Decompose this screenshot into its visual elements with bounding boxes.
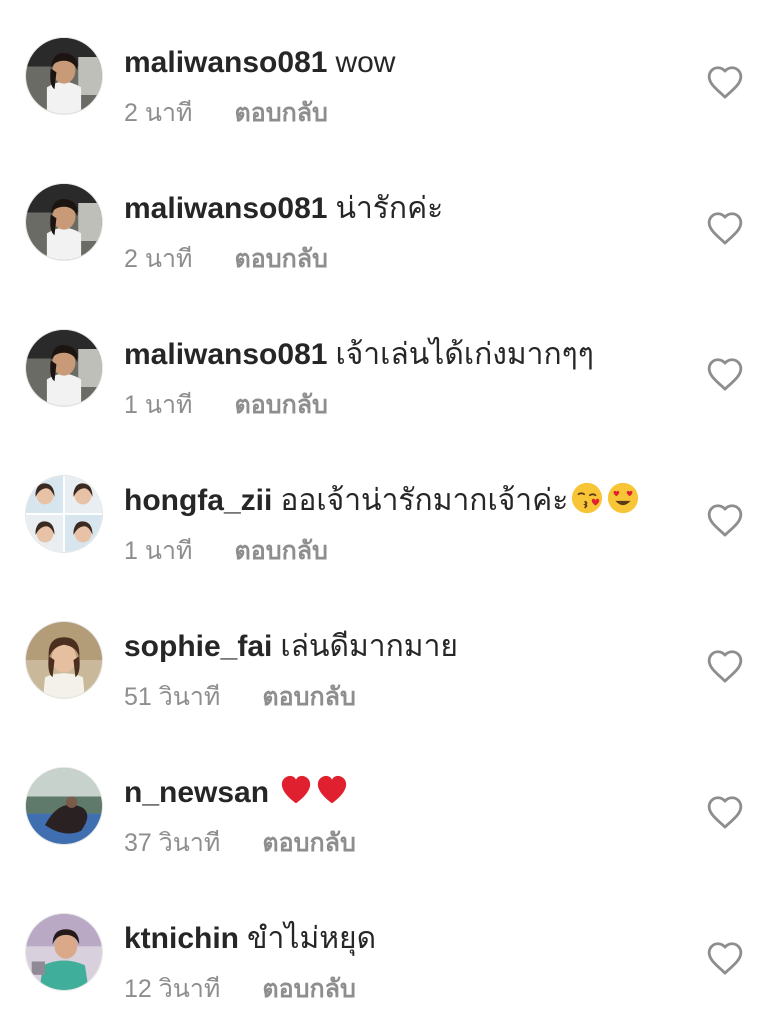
comment-username[interactable]: maliwanso081 <box>124 192 327 225</box>
comment-row: sophie_fai เล่นดีมากมาย 51 วินาที ตอบกลับ <box>0 584 771 730</box>
avatar[interactable] <box>25 475 103 553</box>
comment-meta: 37 วินาที ตอบกลับ <box>124 827 356 859</box>
kissing-heart-emoji <box>572 482 603 514</box>
comment-row: hongfa_zii ออเจ้าน่ารักมากเจ้าค่ะ 1 นาที ต… <box>0 438 771 584</box>
comment-text: maliwanso081 เจ้าเล่นได้เก่งมากๆๆ <box>124 335 594 375</box>
heart-outline-icon <box>707 942 743 975</box>
comment-body: ออเจ้าน่ารักมากเจ้าค่ะ <box>280 484 569 517</box>
like-button[interactable] <box>706 502 744 538</box>
reply-button[interactable]: ตอบกลับ <box>262 973 355 1005</box>
comment-timestamp: 1 นาที <box>124 537 193 565</box>
comment-timestamp: 2 นาที <box>124 99 193 127</box>
comment-meta: 51 วินาที ตอบกลับ <box>124 681 356 713</box>
reply-button[interactable]: ตอบกลับ <box>234 389 327 421</box>
heart-eyes-emoji <box>608 482 639 514</box>
avatar[interactable] <box>25 767 103 845</box>
woman-in-car-avatar <box>26 38 102 114</box>
avatar[interactable] <box>25 37 103 115</box>
woman-in-car-avatar <box>26 330 102 406</box>
heart-outline-icon <box>707 358 743 391</box>
like-button[interactable] <box>706 794 744 830</box>
comment-row: n_newsan 37 วินาที ตอบกลับ <box>0 730 771 876</box>
comment-body: เล่นดีมากมาย <box>280 630 458 663</box>
reply-button[interactable]: ตอบกลับ <box>262 681 355 713</box>
avatar[interactable] <box>25 329 103 407</box>
heart-outline-icon <box>707 650 743 683</box>
comment-text: maliwanso081 wow <box>124 43 395 83</box>
comment-username[interactable]: n_newsan <box>124 776 269 809</box>
comment-body: wow <box>335 46 396 79</box>
heart-outline-icon <box>707 796 743 829</box>
comment-row: maliwanso081 น่ารักค่ะ 2 นาที ตอบกลับ <box>0 146 771 292</box>
reply-button[interactable]: ตอบกลับ <box>234 97 327 129</box>
comment-timestamp: 37 วินาที <box>124 829 221 857</box>
comment-body: น่ารักค่ะ <box>335 192 444 225</box>
comment-timestamp: 1 นาที <box>124 391 193 419</box>
comment-text: maliwanso081 น่ารักค่ะ <box>124 189 443 229</box>
comment-meta: 12 วินาที ตอบกลับ <box>124 973 356 1005</box>
heart-outline-icon <box>707 212 743 245</box>
comment-text: sophie_fai เล่นดีมากมาย <box>124 627 458 667</box>
photo-grid-avatar <box>26 476 102 552</box>
comment-meta: 2 นาที ตอบกลับ <box>124 243 328 275</box>
comment-row: maliwanso081 เจ้าเล่นได้เก่งมากๆๆ 1 นาที ต… <box>0 292 771 438</box>
like-button[interactable] <box>706 648 744 684</box>
comment-list: maliwanso081wow 2 นาทีตอบกลับ maliwans <box>0 0 771 1024</box>
reply-button[interactable]: ตอบกลับ <box>262 827 355 859</box>
avatar[interactable] <box>25 621 103 699</box>
comment-username[interactable]: hongfa_zii <box>124 484 272 517</box>
comment-text: ktnichin ขำไม่หยุด <box>124 919 376 959</box>
comment-username[interactable]: maliwanso081 <box>124 338 327 371</box>
woman-in-car-avatar <box>26 184 102 260</box>
comment-meta: 2 นาที ตอบกลับ <box>124 97 328 129</box>
avatar[interactable] <box>25 183 103 261</box>
avatar[interactable] <box>25 913 103 991</box>
like-button[interactable] <box>706 940 744 976</box>
comment-username[interactable]: maliwanso081 <box>124 46 327 79</box>
comment-timestamp: 51 วินาที <box>124 683 221 711</box>
like-button[interactable] <box>706 356 744 392</box>
woman-portrait-avatar <box>26 622 102 698</box>
red-heart-emoji <box>317 775 347 804</box>
comment-meta: 1 นาที ตอบกลับ <box>124 389 328 421</box>
heart-outline-icon <box>707 66 743 99</box>
comment-body: เจ้าเล่นได้เก่งมากๆๆ <box>335 338 594 371</box>
heart-outline-icon <box>707 504 743 537</box>
woman-green-shirt-avatar <box>26 914 102 990</box>
comment-username[interactable]: ktnichin <box>124 922 239 955</box>
comment-meta: 1 นาที ตอบกลับ <box>124 535 328 567</box>
reply-button[interactable]: ตอบกลับ <box>234 535 327 567</box>
like-button[interactable] <box>706 210 744 246</box>
comment-timestamp: 12 วินาที <box>124 975 221 1003</box>
comment-timestamp: 2 นาที <box>124 245 193 273</box>
comment-row: ktnichin ขำไม่หยุด 12 วินาที ตอบกลับ <box>0 876 771 1022</box>
comment-body: ขำไม่หยุด <box>247 922 377 955</box>
comment-username[interactable]: sophie_fai <box>124 630 272 663</box>
reply-button[interactable]: ตอบกลับ <box>234 243 327 275</box>
like-button[interactable] <box>706 64 744 100</box>
comment-row: maliwanso081 wow 2 นาที ตอบกลับ <box>0 0 771 146</box>
outdoor-photo-avatar <box>26 768 102 844</box>
comment-text: hongfa_zii ออเจ้าน่ารักมากเจ้าค่ะ <box>124 481 640 521</box>
red-heart-emoji <box>281 775 311 804</box>
comment-text: n_newsan <box>124 773 349 813</box>
